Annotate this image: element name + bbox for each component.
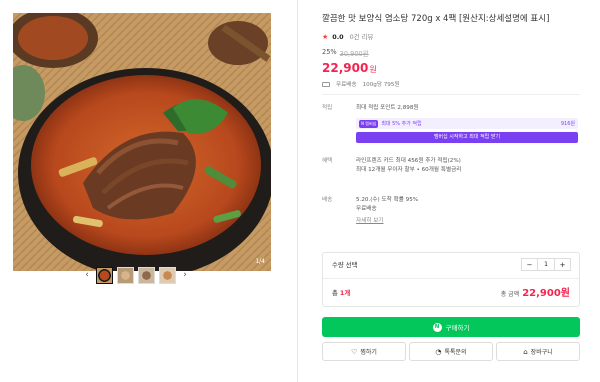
cart-label: 장바구니 — [530, 349, 553, 356]
membership-start-button[interactable]: 멤버십 시작하고 최대 적립 받기 — [356, 132, 578, 143]
image-counter: 1/4 — [255, 258, 265, 265]
total-count-value: 1개 — [339, 289, 351, 297]
original-price: 30,900원 — [339, 50, 369, 58]
benefit-installment[interactable]: 최대 12개월 무이자 할부 • 60개월 특별금리 — [356, 165, 594, 173]
heart-icon: ♡ — [351, 347, 358, 356]
product-info: 깔끔한 맛 보양식 염소탕 720g x 4팩 [원산지:상세설명에 표시] ★… — [322, 13, 582, 88]
rating-row: ★ 0.0 0건 리뷰 — [322, 32, 582, 42]
shipping-row: 무료배송 100g당 795원 — [322, 80, 582, 88]
rating-score: 0.0 — [332, 32, 344, 41]
cart-button[interactable]: ⌂ 장바구니 — [496, 342, 580, 361]
secondary-actions: ♡ 찜하기 ◔ 톡톡문의 ⌂ 장바구니 — [322, 342, 580, 361]
main-product-image[interactable]: 1/4 — [13, 13, 271, 271]
delivery-detail-link[interactable]: 자세히 보기 — [356, 216, 594, 224]
qty-plus-button[interactable]: + — [555, 259, 570, 270]
total-amount-value: 22,900원 — [522, 288, 570, 299]
quantity-stepper: − 1 + — [521, 258, 571, 271]
cart-icon: ⌂ — [523, 347, 528, 356]
points-label: 적립 — [322, 105, 333, 111]
qty-minus-button[interactable]: − — [522, 259, 537, 270]
column-divider — [297, 0, 298, 382]
promo-amount: 916원 — [560, 121, 575, 127]
product-title: 깔끔한 맛 보양식 염소탕 720g x 4팩 [원산지:상세설명에 표시] — [322, 14, 550, 24]
truck-icon — [322, 81, 330, 87]
wish-label: 찜하기 — [360, 349, 377, 356]
thumbnail-3[interactable] — [138, 266, 155, 284]
product-gallery: 1/4 — [13, 13, 273, 271]
benefit-card[interactable]: 라인프렌즈 카드 최대 456원 추가 적립(2%) — [356, 156, 594, 164]
thumbnail-strip: ‹ › — [82, 264, 194, 286]
benefits-label: 혜택 — [322, 158, 333, 164]
membership-promo: N 멤버십 최대 5% 추가 적립 916원 — [356, 118, 578, 129]
benefits-section: 혜택 라인프렌즈 카드 최대 456원 추가 적립(2%) 최대 12개월 무이… — [322, 156, 580, 176]
delivery-eta: 5.20.(수) 도착 확률 95% — [356, 197, 419, 203]
shipping-text: 무료배송 — [336, 82, 357, 88]
discount-row: 25% 30,900원 — [322, 48, 582, 58]
star-icon: ★ — [322, 32, 329, 41]
soup-illustration — [13, 13, 271, 271]
thumbnail-4[interactable] — [159, 266, 176, 284]
delivery-fee: 무료배송 — [356, 206, 377, 212]
delivery-section: 배송 5.20.(수) 도착 확률 95% 무료배송 자세히 보기 — [322, 195, 580, 230]
talk-label: 톡톡문의 — [444, 349, 467, 356]
buy-button[interactable]: N 구매하기 — [322, 317, 580, 337]
price-value: 22,900 — [322, 61, 369, 75]
talk-button[interactable]: ◔ 톡톡문의 — [409, 342, 493, 361]
promo-text: 최대 5% 추가 적립 — [381, 121, 422, 127]
sale-price: 22,900 원 — [322, 61, 582, 75]
membership-badge: N 멤버십 — [359, 119, 379, 128]
buy-label: 구매하기 — [445, 324, 470, 332]
order-box: 수량 선택 − 1 + 총 1개 총 금액 22,900원 — [322, 252, 580, 307]
wish-button[interactable]: ♡ 찜하기 — [322, 342, 406, 361]
total-count-prefix: 총 — [332, 289, 340, 297]
max-points-link[interactable]: 최대 적립 포인트 2,898원 — [356, 103, 594, 111]
naver-pay-icon: N — [432, 322, 442, 332]
thumbnail-next-icon[interactable]: › — [180, 270, 190, 280]
total-amount: 총 금액 22,900원 — [501, 284, 570, 299]
thumbnail-1[interactable] — [96, 266, 113, 284]
thumbnail-prev-icon[interactable]: ‹ — [82, 270, 92, 280]
price-unit: 원 — [369, 65, 377, 74]
section-divider — [322, 94, 580, 95]
unit-price: 100g당 795원 — [362, 82, 400, 88]
qty-label: 수량 선택 — [332, 261, 358, 269]
total-amount-label: 총 금액 — [500, 291, 520, 298]
total-count: 총 1개 — [332, 288, 350, 297]
delivery-label: 배송 — [322, 197, 333, 203]
chat-icon: ◔ — [435, 347, 442, 356]
qty-value[interactable]: 1 — [537, 259, 555, 270]
points-section: 적립 최대 적립 포인트 2,898원 N 멤버십 최대 5% 추가 적립 91… — [322, 103, 580, 148]
review-count[interactable]: 0건 리뷰 — [350, 32, 374, 41]
thumbnail-2[interactable] — [117, 266, 134, 284]
discount-rate: 25% — [322, 48, 337, 56]
order-divider — [323, 278, 579, 279]
